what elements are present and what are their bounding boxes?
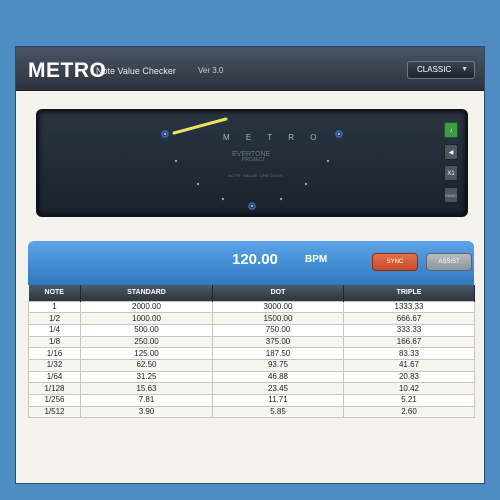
table-row: 1 2000.00 3000.00 1333.33 — [28, 300, 475, 314]
metronome-button[interactable]: ♪ — [444, 122, 458, 138]
metronome-meter-panel: M E T R O EVERTONE PROJECT NOTE VALUE CH… — [36, 109, 468, 217]
multiplier-button[interactable]: X1 — [444, 165, 458, 181]
note-cell: 1/128 — [28, 382, 81, 395]
standard-cell: 250.00 — [80, 335, 213, 349]
chevron-down-icon: ▼ — [461, 66, 468, 73]
triple-cell: 41.67 — [343, 358, 475, 372]
table-row: 1/512 3.90 5.85 2.60 — [28, 405, 475, 419]
meter-dial — [161, 117, 343, 210]
table-row: 1/256 7.81 11.71 5.21 — [28, 394, 475, 407]
speaker-icon: ◀ — [448, 150, 454, 156]
dot-cell: 93.75 — [212, 358, 344, 372]
triple-cell: 2.60 — [343, 405, 475, 419]
triple-cell: 83.33 — [343, 347, 475, 360]
dot-cell: 750.00 — [212, 323, 344, 337]
standard-cell: 3.90 — [80, 405, 213, 419]
dot-cell: 5.85 — [212, 405, 344, 419]
triple-cell: 1333.33 — [343, 300, 475, 314]
dot-cell: 375.00 — [212, 335, 344, 349]
dial-tick — [326, 159, 330, 163]
table-row: 1/8 250.00 375.00 166.67 — [28, 335, 475, 349]
standard-cell: 15.63 — [80, 382, 213, 395]
sound-button[interactable]: ◀ — [444, 144, 458, 160]
table-header-row: NOTE STANDARD DOT TRIPLE — [28, 285, 475, 301]
bpm-bar: 120.00 BPM SYNC ASSIST — [28, 241, 474, 285]
triple-cell: 666.67 — [343, 312, 475, 325]
metronome-icon: ♪ — [449, 128, 453, 134]
assist-button[interactable]: ASSIST — [426, 253, 472, 271]
dial-tick — [196, 182, 200, 186]
dot-cell: 187.50 — [212, 347, 344, 360]
standard-cell: 2000.00 — [80, 300, 213, 314]
table-row: 1/128 15.63 23.45 10.42 — [28, 382, 475, 395]
table-row: 1/64 31.25 46.88 20.83 — [28, 370, 475, 384]
standard-cell: 7.81 — [80, 394, 213, 407]
standard-cell: 62.50 — [80, 358, 213, 372]
dial-dot-left — [163, 132, 167, 136]
dot-cell: 23.45 — [212, 382, 344, 395]
dot-cell: 11.71 — [212, 394, 344, 407]
meter-needle — [172, 117, 228, 135]
note-cell: 1/32 — [28, 358, 81, 372]
bpm-value[interactable]: 120.00 — [232, 251, 278, 268]
dial-tick — [221, 197, 225, 201]
triple-cell: 20.83 — [343, 370, 475, 384]
table-row: 1/4 500.00 750.00 333.33 — [28, 323, 475, 337]
dot-cell: 3000.00 — [212, 300, 344, 314]
bpm-unit: BPM — [305, 254, 328, 265]
app-window: METRO Note Value Checker Ver 3.0 CLASSIC… — [15, 46, 485, 484]
table-row: 1/16 125.00 187.50 83.33 — [28, 347, 475, 360]
app-title: METRO — [28, 59, 107, 82]
table-row: 1/2 1000.00 1500.00 666.67 — [28, 312, 475, 325]
note-cell: 1/4 — [28, 323, 81, 337]
mode-select[interactable]: CLASSIC ▼ — [407, 61, 475, 79]
standard-cell: 1000.00 — [80, 312, 213, 325]
dot-cell: 1500.00 — [212, 312, 344, 325]
column-header-dot: DOT — [212, 285, 344, 301]
note-cell: 1/2 — [28, 312, 81, 325]
meter-logo-sub: PROJECT — [242, 157, 266, 163]
triple-cell: 5.21 — [343, 394, 475, 407]
standard-cell: 125.00 — [80, 347, 213, 360]
note-cell: 1/8 — [28, 335, 81, 349]
triple-cell: 333.33 — [343, 323, 475, 337]
column-header-triple: TRIPLE — [343, 285, 475, 301]
dial-tick — [304, 182, 308, 186]
dial-dots — [161, 130, 343, 210]
panic-button[interactable]: PANIC — [444, 187, 458, 203]
dial-dot-right — [337, 132, 341, 136]
dot-cell: 46.88 — [212, 370, 344, 384]
app-subtitle: Note Value Checker — [96, 66, 176, 76]
note-value-table: NOTE STANDARD DOT TRIPLE 1 2000.00 3000.… — [28, 285, 475, 419]
dial-dot-bottom — [250, 204, 254, 208]
dial-tick — [279, 197, 283, 201]
standard-cell: 31.25 — [80, 370, 213, 384]
meter-brand: M E T R O — [223, 133, 324, 142]
note-cell: 1/512 — [28, 405, 81, 419]
note-cell: 1/256 — [28, 394, 81, 407]
note-cell: 1/64 — [28, 370, 81, 384]
standard-cell: 500.00 — [80, 323, 213, 337]
triple-cell: 10.42 — [343, 382, 475, 395]
note-cell: 1/16 — [28, 347, 81, 360]
header-bar: METRO Note Value Checker Ver 3.0 CLASSIC… — [16, 47, 484, 91]
mode-select-value: CLASSIC — [417, 65, 452, 74]
meter-caption: NOTE VALUE CHECKER — [228, 173, 283, 178]
sync-button[interactable]: SYNC — [372, 253, 418, 271]
dial-tick — [174, 159, 178, 163]
column-header-note: NOTE — [28, 285, 81, 301]
table-row: 1/32 62.50 93.75 41.67 — [28, 358, 475, 372]
column-header-standard: STANDARD — [80, 285, 213, 301]
app-version: Ver 3.0 — [198, 66, 224, 75]
triple-cell: 166.67 — [343, 335, 475, 349]
note-cell: 1 — [28, 300, 81, 314]
